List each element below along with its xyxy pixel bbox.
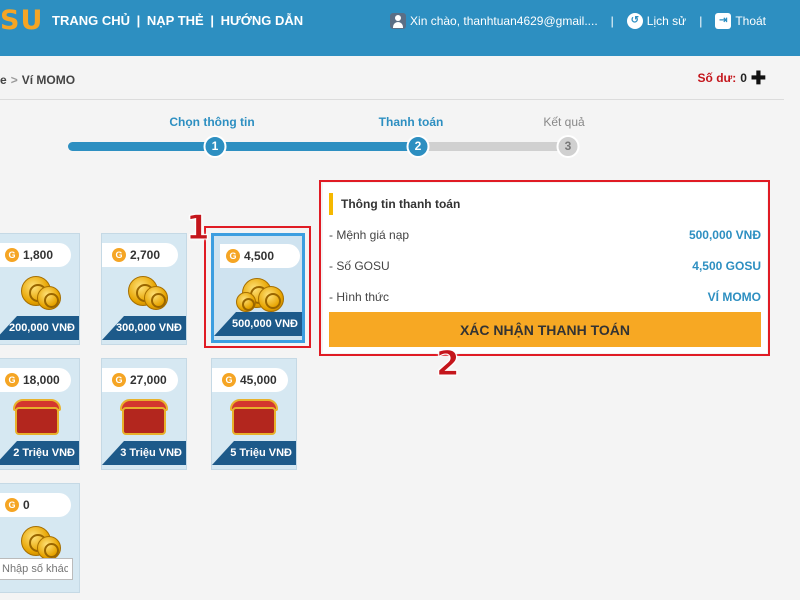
coin-stack-icon (3, 272, 73, 314)
gosu-amount-pill: G 27,000 (102, 368, 178, 392)
treasure-chest-icon (3, 397, 73, 439)
gosu-amount-pill: G 1,800 (0, 243, 71, 267)
gosu-amount: 2,700 (130, 248, 161, 262)
gosu-coin-icon: G (112, 248, 126, 262)
progress-stepper: Chọn thông tin Thanh toán Kết quả 1 2 3 (0, 110, 800, 170)
breadcrumb-current: Ví MOMO (21, 73, 76, 87)
step-label-1: Chọn thông tin (169, 115, 255, 129)
gosu-coin-icon: G (5, 498, 19, 512)
step-label-2: Thanh toán (378, 115, 444, 129)
package-card[interactable]: G 2,700 300,000 VNĐ (101, 233, 187, 345)
greeting-text: Xin chào, thanhtuan4629@gmail.... (410, 14, 598, 28)
step-label-3: Kết quả (543, 115, 585, 129)
add-balance-icon[interactable]: ✚ (751, 69, 766, 87)
stepper-track-pending (416, 142, 576, 151)
user-icon (390, 13, 407, 29)
userbar-separator: | (699, 14, 703, 28)
breadcrumb-prev[interactable]: e (0, 73, 7, 87)
package-price: 300,000 VNĐ (102, 316, 186, 340)
treasure-chest-icon (110, 397, 180, 439)
top-header: SU TRANG CHỦ | NẠP THẺ | HƯỚNG DẪN Xin c… (0, 0, 800, 56)
package-card[interactable]: G 45,000 5 Triệu VNĐ (211, 358, 297, 470)
package-price: 3 Triệu VNĐ (102, 441, 186, 465)
package-card[interactable]: G 27,000 3 Triệu VNĐ (101, 358, 187, 470)
main-nav: TRANG CHỦ | NẠP THẺ | HƯỚNG DẪN (52, 13, 303, 28)
nav-separator: | (136, 13, 141, 28)
breadcrumb-arrow: > (10, 73, 18, 87)
history-link[interactable]: ↺ Lịch sử (626, 13, 687, 29)
gosu-amount: 18,000 (23, 373, 60, 387)
logout-label: Thoát (735, 14, 766, 28)
nav-home[interactable]: TRANG CHỦ (52, 13, 130, 28)
balance-label: Số dư: (697, 71, 737, 85)
nav-topup[interactable]: NẠP THẺ (147, 13, 204, 28)
stepper-track-done (68, 142, 420, 151)
gosu-amount: 27,000 (130, 373, 167, 387)
package-card[interactable]: G 18,000 2 Triệu VNĐ (0, 358, 80, 470)
highlight-box-1 (204, 226, 311, 348)
breadcrumb: e > Ví MOMO (0, 73, 75, 87)
package-card[interactable]: G 1,800 200,000 VNĐ (0, 233, 80, 345)
custom-amount-input[interactable] (0, 558, 73, 580)
userbar-separator: | (610, 14, 614, 28)
step-marker-2: 2 (436, 344, 461, 385)
step-node-1: 1 (203, 135, 227, 158)
gosu-coin-icon: G (5, 373, 19, 387)
gosu-amount: 0 (23, 498, 30, 512)
balance: Số dư: 0 ✚ (697, 69, 766, 87)
treasure-chest-icon (220, 397, 290, 439)
step-node-3: 3 (556, 135, 580, 158)
gosu-amount-pill: G 2,700 (102, 243, 178, 267)
user-bar: Xin chào, thanhtuan4629@gmail.... | ↺ Lị… (390, 13, 766, 29)
highlight-box-2 (319, 180, 770, 356)
account-link[interactable]: Xin chào, thanhtuan4629@gmail.... (390, 13, 598, 29)
nav-separator: | (210, 13, 214, 28)
gosu-amount: 1,800 (23, 248, 54, 262)
gosu-amount-pill: G 18,000 (0, 368, 71, 392)
package-price: 2 Triệu VNĐ (0, 441, 79, 465)
history-label: Lịch sử (646, 14, 687, 28)
breadcrumb-bar: e > Ví MOMO Số dư: 0 ✚ (0, 56, 784, 100)
balance-value: 0 (740, 71, 747, 85)
step-node-2: 2 (406, 135, 430, 158)
coin-stack-icon (110, 272, 180, 314)
gosu-coin-icon: G (5, 248, 19, 262)
gosu-amount-pill: G0 (0, 493, 71, 517)
gosu-coin-icon: G (222, 373, 236, 387)
gosu-amount-pill: G 45,000 (212, 368, 288, 392)
package-price: 5 Triệu VNĐ (212, 441, 296, 465)
logout-icon: ⇥ (715, 13, 732, 29)
gosu-amount: 45,000 (240, 373, 277, 387)
custom-package-card[interactable]: G0 (0, 483, 80, 593)
package-price: 200,000 VNĐ (0, 316, 79, 340)
history-icon: ↺ (626, 13, 643, 29)
logout-link[interactable]: ⇥ Thoát (715, 13, 766, 29)
nav-guide[interactable]: HƯỚNG DẪN (221, 13, 304, 28)
gosu-coin-icon: G (112, 373, 126, 387)
step-marker-1: 1 (186, 208, 211, 249)
gosu-logo[interactable]: SU (0, 5, 43, 36)
